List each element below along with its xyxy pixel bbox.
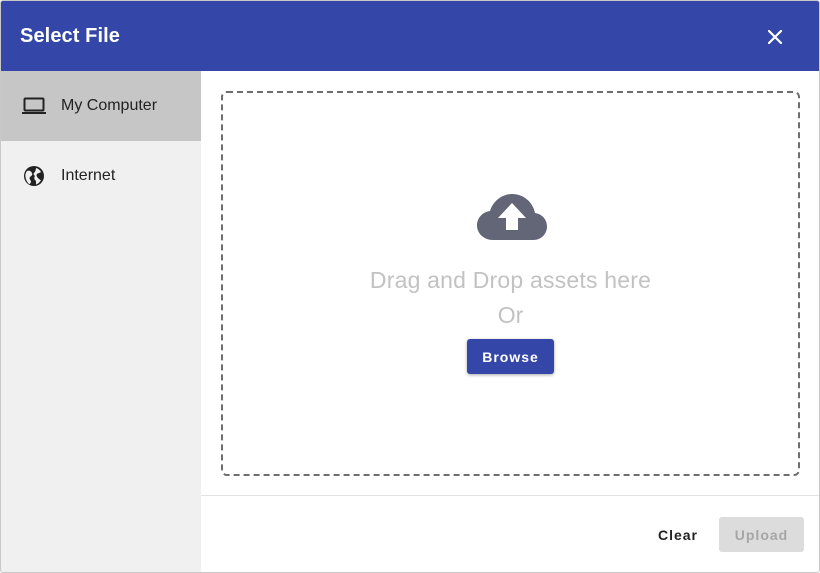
browse-button[interactable]: Browse [467,339,554,374]
dialog-header: Select File [1,1,819,71]
source-sidebar: My Computer Internet [1,71,201,572]
laptop-icon [22,95,46,117]
clear-button[interactable]: Clear [647,517,709,552]
globe-icon [22,165,46,187]
sidebar-item-label: My Computer [61,97,158,114]
sidebar-item-my-computer[interactable]: My Computer [1,71,201,141]
footer-divider [201,495,819,496]
close-icon [767,29,783,45]
close-button[interactable] [761,23,789,51]
sidebar-item-internet[interactable]: Internet [1,141,201,211]
dialog-title: Select File [20,25,121,47]
or-separator-text: Or [497,302,524,328]
cloud-upload-icon [476,192,548,244]
upload-button[interactable]: Upload [719,517,804,552]
file-dropzone[interactable]: Drag and Drop assets here Or Browse [221,91,800,476]
drop-instruction-text: Drag and Drop assets here [369,267,652,293]
sidebar-item-label: Internet [61,167,116,184]
select-file-dialog: Select File My Computer Internet Drag an… [0,0,820,573]
main-panel: Drag and Drop assets here Or Browse Clea… [201,71,819,572]
